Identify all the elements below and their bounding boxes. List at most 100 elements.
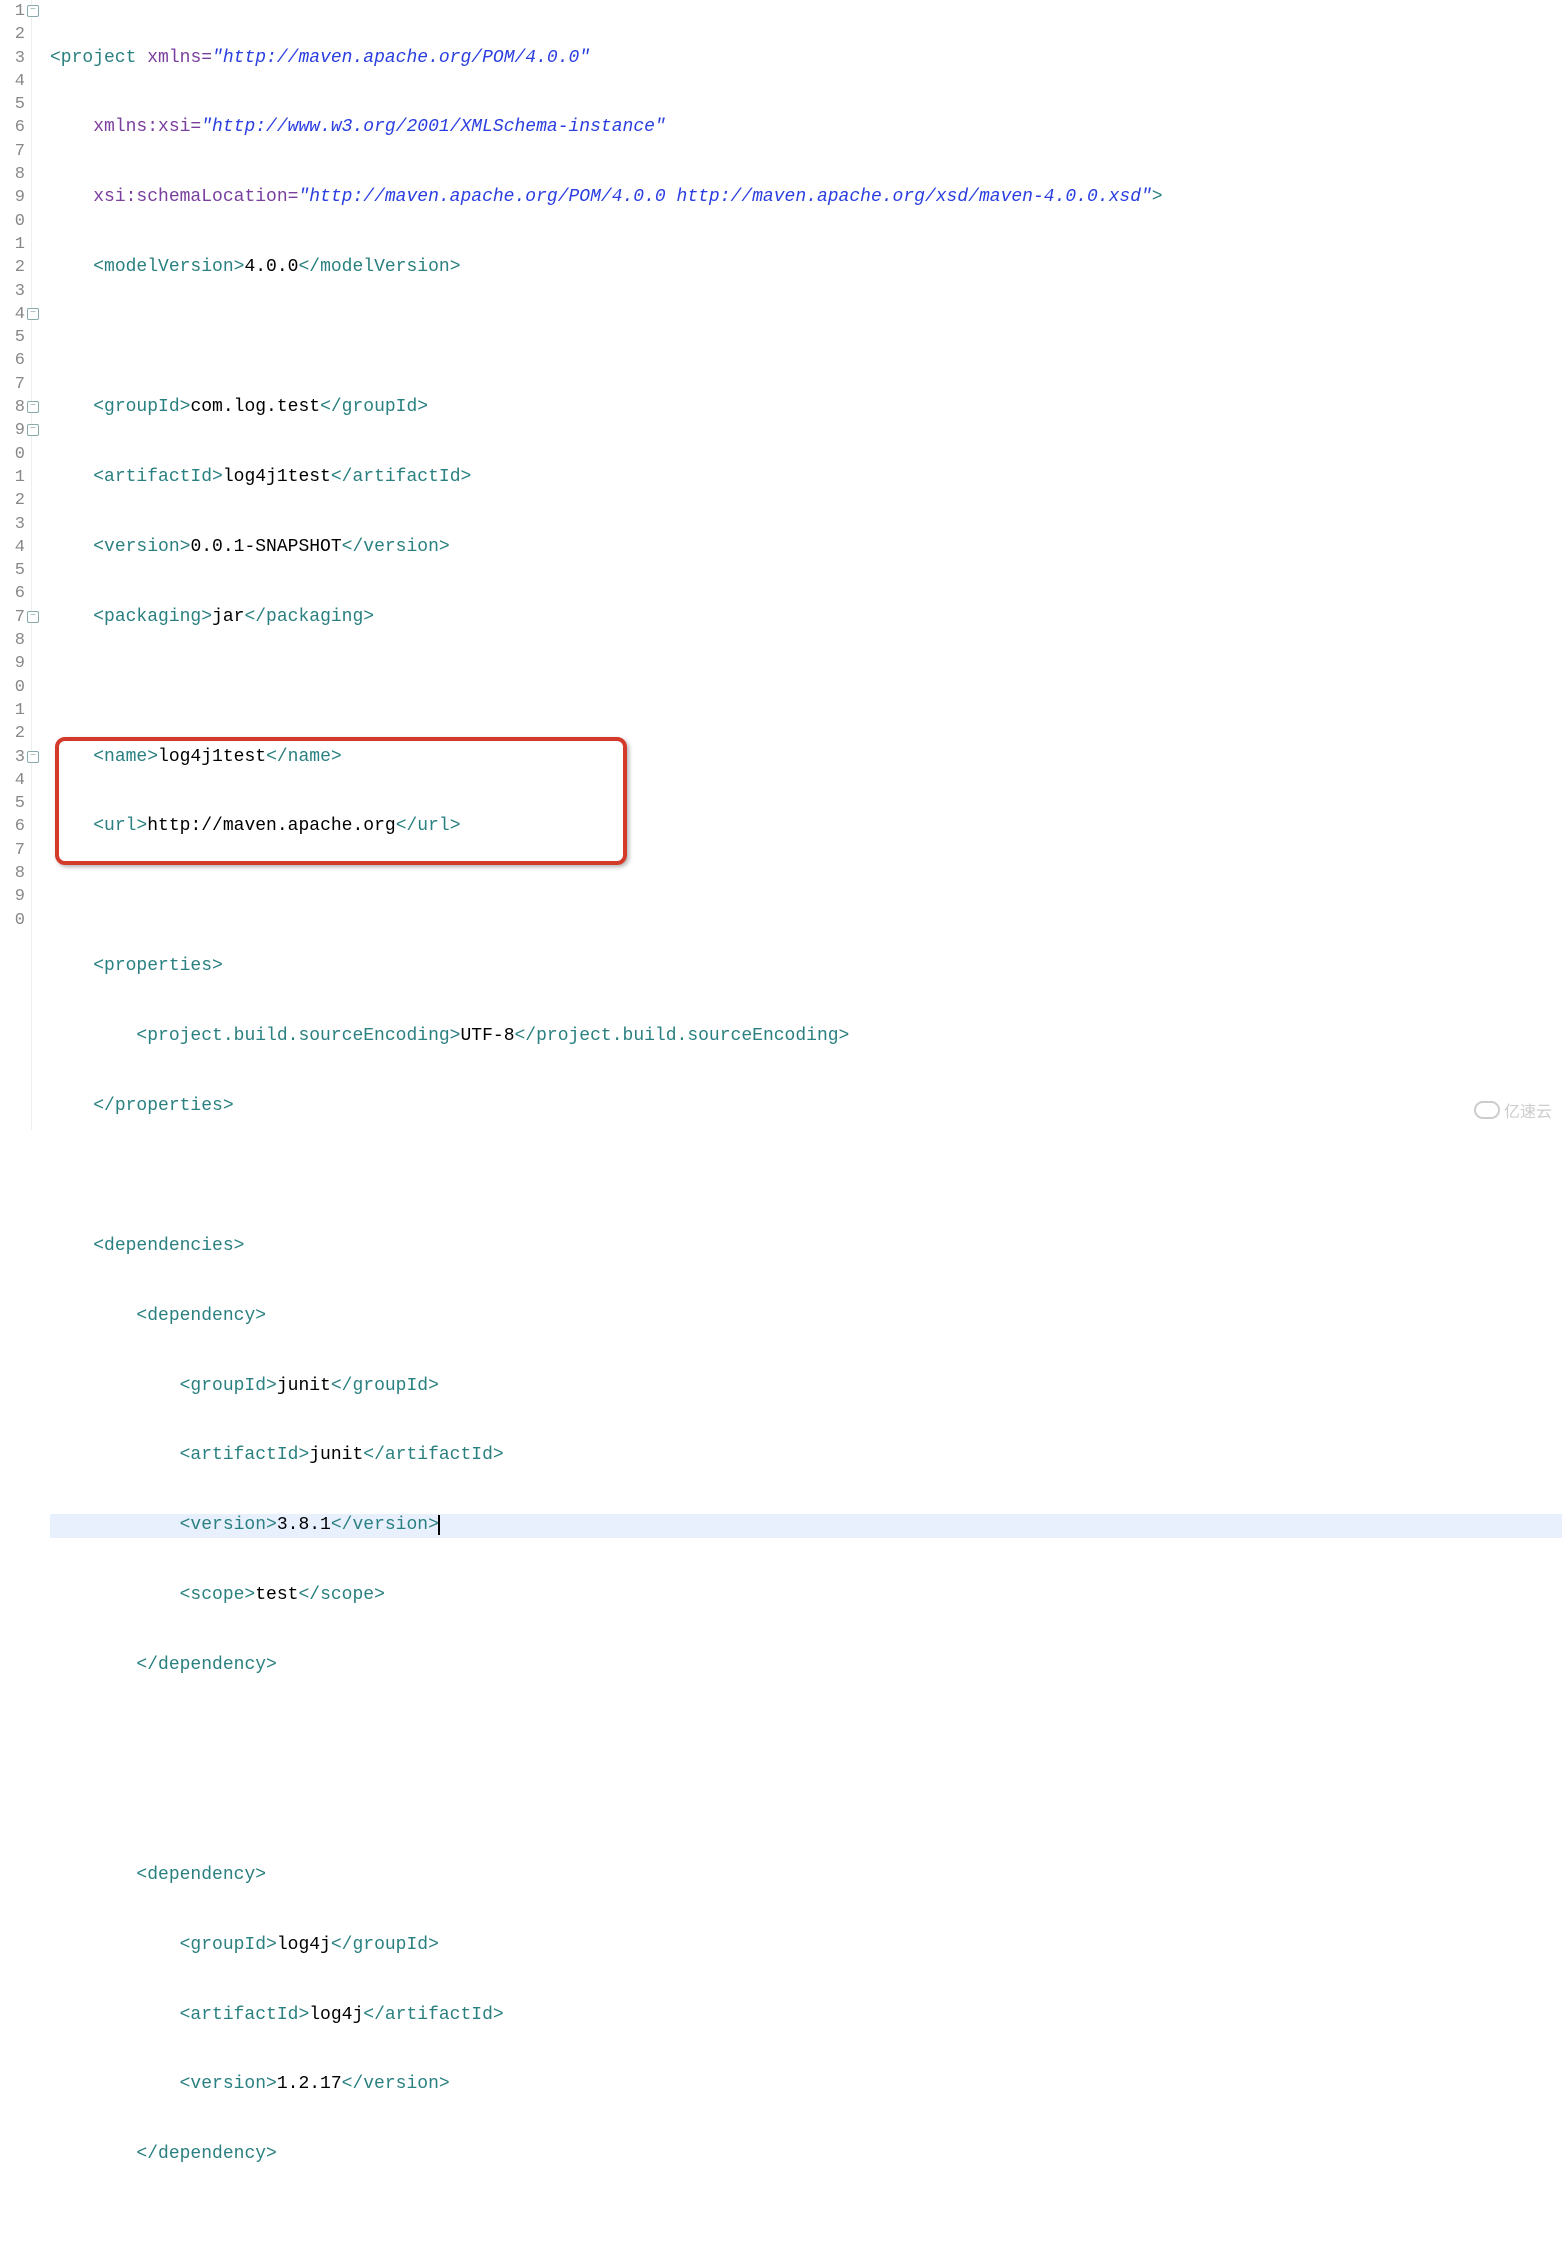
- xml-text: 1.2.17: [277, 2074, 342, 2094]
- line-number: 0: [0, 909, 25, 932]
- code-line[interactable]: <artifactId>junit</artifactId>: [50, 1444, 1562, 1467]
- code-line[interactable]: [50, 1165, 1562, 1188]
- xml-tag: <groupId>: [180, 1935, 277, 1955]
- xml-tag: <name>: [93, 747, 158, 767]
- line-number-gutter: 1−2345678901234−5678−9−01234567−890123−4…: [0, 0, 32, 1130]
- code-line[interactable]: <project xmlns="http://maven.apache.org/…: [50, 47, 1562, 70]
- xml-text: http://maven.apache.org: [147, 816, 395, 836]
- line-number: 8: [0, 862, 25, 885]
- xml-tag: <project: [50, 48, 136, 68]
- code-line[interactable]: [50, 326, 1562, 349]
- xml-tag: <dependencies>: [93, 1236, 244, 1256]
- xml-tag: </groupId>: [331, 1935, 439, 1955]
- line-number: 0: [0, 443, 25, 466]
- code-line[interactable]: <version>1.2.17</version>: [50, 2073, 1562, 2096]
- xml-tag: <url>: [93, 816, 147, 836]
- code-line[interactable]: <name>log4j1test</name>: [50, 746, 1562, 769]
- xml-text: junit: [277, 1376, 331, 1396]
- line-number: 2: [0, 489, 25, 512]
- code-line[interactable]: <groupId>com.log.test</groupId>: [50, 396, 1562, 419]
- code-line[interactable]: <project.build.sourceEncoding>UTF-8</pro…: [50, 1025, 1562, 1048]
- xml-tag: <project.build.sourceEncoding>: [136, 1026, 460, 1046]
- code-line[interactable]: </dependency>: [50, 2143, 1562, 2166]
- xml-tag: </modelVersion>: [298, 257, 460, 277]
- xml-text: jar: [212, 607, 244, 627]
- code-line[interactable]: <artifactId>log4j</artifactId>: [50, 2004, 1562, 2027]
- code-line[interactable]: <groupId>log4j</groupId>: [50, 1934, 1562, 1957]
- xml-tag: </dependency>: [136, 2144, 276, 2164]
- code-line[interactable]: xmlns:xsi="http://www.w3.org/2001/XMLSch…: [50, 116, 1562, 139]
- code-line[interactable]: [50, 885, 1562, 908]
- xml-tag: </name>: [266, 747, 342, 767]
- code-line-current[interactable]: <version>3.8.1</version>: [50, 1514, 1562, 1537]
- xml-attr: xmlns:xsi=: [93, 117, 201, 137]
- xml-text: log4j: [277, 1935, 331, 1955]
- code-line[interactable]: <groupId>junit</groupId>: [50, 1375, 1562, 1398]
- code-line[interactable]: [50, 1724, 1562, 1747]
- line-number: 8: [0, 629, 25, 652]
- code-line[interactable]: <dependencies>: [50, 1235, 1562, 1258]
- line-number: 4−: [0, 303, 25, 326]
- line-number: 7−: [0, 606, 25, 629]
- line-number: 9: [0, 885, 25, 908]
- code-line[interactable]: <properties>: [50, 955, 1562, 978]
- xml-tag: <artifactId>: [180, 1445, 310, 1465]
- code-line[interactable]: xsi:schemaLocation="http://maven.apache.…: [50, 186, 1562, 209]
- code-line[interactable]: [50, 2213, 1562, 2236]
- code-line[interactable]: </dependency>: [50, 1654, 1562, 1677]
- xml-tag: <modelVersion>: [93, 257, 244, 277]
- line-number: 3: [0, 47, 25, 70]
- xml-tag: </dependency>: [136, 1655, 276, 1675]
- line-number: 8−: [0, 396, 25, 419]
- line-number: 5: [0, 559, 25, 582]
- xml-text: 3.8.1: [277, 1515, 331, 1535]
- xml-text: log4j1test: [158, 747, 266, 767]
- code-line[interactable]: <dependency>: [50, 1305, 1562, 1328]
- xml-tag: </groupId>: [331, 1376, 439, 1396]
- xml-text: UTF-8: [460, 1026, 514, 1046]
- line-number: 9−: [0, 419, 25, 442]
- line-number: 0: [0, 210, 25, 233]
- line-number: 9: [0, 652, 25, 675]
- xml-tag: <version>: [180, 2074, 277, 2094]
- xml-tag: <dependency>: [136, 1865, 266, 1885]
- xml-tag: <packaging>: [93, 607, 212, 627]
- line-number: 6: [0, 116, 25, 139]
- xml-text: com.log.test: [190, 397, 320, 417]
- line-number: 7: [0, 839, 25, 862]
- text-cursor: [438, 1515, 440, 1535]
- xml-attr-value: "http://www.w3.org/2001/XMLSchema-instan…: [201, 117, 665, 137]
- code-line[interactable]: <url>http://maven.apache.org</url>: [50, 815, 1562, 838]
- watermark-logo-icon: [1474, 1101, 1500, 1119]
- line-number: 6: [0, 349, 25, 372]
- xml-text: test: [255, 1585, 298, 1605]
- code-line[interactable]: </properties>: [50, 1095, 1562, 1118]
- watermark-text: 亿速云: [1504, 1098, 1552, 1122]
- xml-tag: </groupId>: [320, 397, 428, 417]
- xml-text: log4j: [309, 2005, 363, 2025]
- code-line[interactable]: [50, 1794, 1562, 1817]
- code-line[interactable]: <artifactId>log4j1test</artifactId>: [50, 466, 1562, 489]
- code-editor[interactable]: <project xmlns="http://maven.apache.org/…: [32, 0, 1562, 1130]
- code-line[interactable]: <packaging>jar</packaging>: [50, 606, 1562, 629]
- xml-tag: <properties>: [93, 956, 223, 976]
- xml-tag: </packaging>: [244, 607, 374, 627]
- xml-tag: </version>: [342, 2074, 450, 2094]
- xml-text: junit: [309, 1445, 363, 1465]
- line-number: 1: [0, 233, 25, 256]
- code-line[interactable]: [50, 676, 1562, 699]
- xml-attr-value: "http://maven.apache.org/POM/4.0.0 http:…: [298, 187, 1151, 207]
- line-number: 3−: [0, 746, 25, 769]
- line-number: 4: [0, 70, 25, 93]
- xml-tag: </version>: [331, 1515, 439, 1535]
- code-line[interactable]: <version>0.0.1-SNAPSHOT</version>: [50, 536, 1562, 559]
- line-number: 8: [0, 163, 25, 186]
- xml-tag: </version>: [342, 537, 450, 557]
- xml-text: 0.0.1-SNAPSHOT: [190, 537, 341, 557]
- code-line[interactable]: <modelVersion>4.0.0</modelVersion>: [50, 256, 1562, 279]
- xml-text: 4.0.0: [244, 257, 298, 277]
- line-number: 1: [0, 466, 25, 489]
- code-line[interactable]: <dependency>: [50, 1864, 1562, 1887]
- line-number: 7: [0, 373, 25, 396]
- code-line[interactable]: <scope>test</scope>: [50, 1584, 1562, 1607]
